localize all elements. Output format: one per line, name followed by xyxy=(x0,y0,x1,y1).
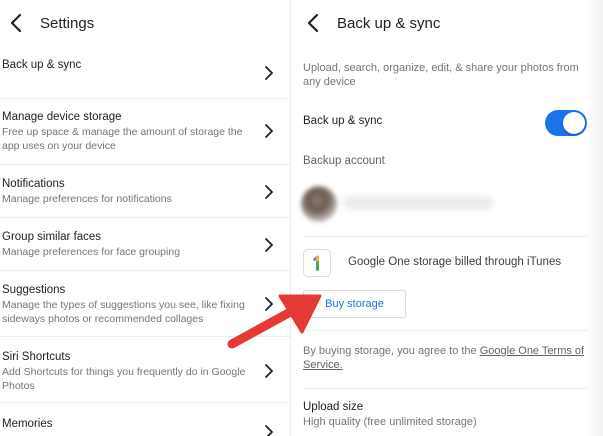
backup-sync-pane: Back up & sync Upload, search, organize,… xyxy=(290,0,603,436)
page-title: Back up & sync xyxy=(337,14,441,32)
chevron-right-icon xyxy=(264,124,274,138)
google-one-billing-text: Google One storage billed through iTunes xyxy=(348,256,562,268)
backup-account-label: Backup account xyxy=(303,155,385,167)
settings-item-subtitle: Manage preferences for face grouping xyxy=(2,246,181,258)
chevron-right-icon xyxy=(264,66,274,80)
chevron-left-icon[interactable] xyxy=(303,12,325,34)
settings-item-title: Notifications xyxy=(2,178,65,190)
backup-header: Back up & sync xyxy=(303,8,440,38)
settings-item-title: Manage device storage xyxy=(2,111,122,123)
chevron-right-icon xyxy=(264,425,274,436)
backup-description: Upload, search, organize, edit, & share … xyxy=(303,62,579,88)
settings-item-title: Siri Shortcuts xyxy=(2,351,71,363)
chevron-left-icon[interactable] xyxy=(6,12,28,34)
chevron-right-icon xyxy=(264,364,274,378)
google-one-icon xyxy=(303,249,331,277)
settings-pane: Settings Back up & sync Manage device st… xyxy=(0,0,290,436)
backup-sync-label: Back up & sync xyxy=(303,115,383,127)
page-title: Settings xyxy=(40,14,95,32)
settings-item-subtitle: Manage the types of suggestions you see,… xyxy=(2,299,245,325)
divider xyxy=(303,330,588,331)
settings-item-subtitle: Free up space & manage the amount of sto… xyxy=(2,126,243,152)
account-email-redacted xyxy=(343,196,493,210)
terms-notice: By buying storage, you agree to the Goog… xyxy=(303,344,588,372)
toggle-knob xyxy=(563,112,585,134)
chevron-right-icon xyxy=(264,185,274,199)
settings-item-group-similar-faces[interactable]: Group similar faces Manage preferences f… xyxy=(0,218,290,271)
settings-header: Settings xyxy=(6,8,94,38)
settings-item-title: Memories xyxy=(2,418,53,430)
chevron-right-icon xyxy=(264,238,274,252)
avatar xyxy=(301,186,337,222)
settings-item-subtitle: Add Shortcuts for things you frequently … xyxy=(2,366,246,392)
settings-item-back-up-sync[interactable]: Back up & sync xyxy=(0,46,290,99)
backup-sync-toggle[interactable] xyxy=(545,110,587,136)
settings-item-title: Back up & sync xyxy=(2,59,82,71)
settings-item-title: Suggestions xyxy=(2,284,66,296)
divider xyxy=(303,236,588,237)
backup-account[interactable] xyxy=(295,182,575,232)
divider xyxy=(303,388,588,389)
settings-item-notifications[interactable]: Notifications Manage preferences for not… xyxy=(0,165,290,218)
annotation-arrow-icon xyxy=(222,286,332,356)
upload-size-value: High quality (free unlimited storage) xyxy=(303,416,477,428)
settings-item-memories[interactable]: Memories xyxy=(0,403,290,436)
settings-item-subtitle: Manage preferences for notifications xyxy=(2,193,172,205)
settings-item-manage-device-storage[interactable]: Manage device storage Free up space & ma… xyxy=(0,99,290,165)
upload-size-title[interactable]: Upload size xyxy=(303,401,363,413)
settings-item-title: Group similar faces xyxy=(2,231,102,243)
